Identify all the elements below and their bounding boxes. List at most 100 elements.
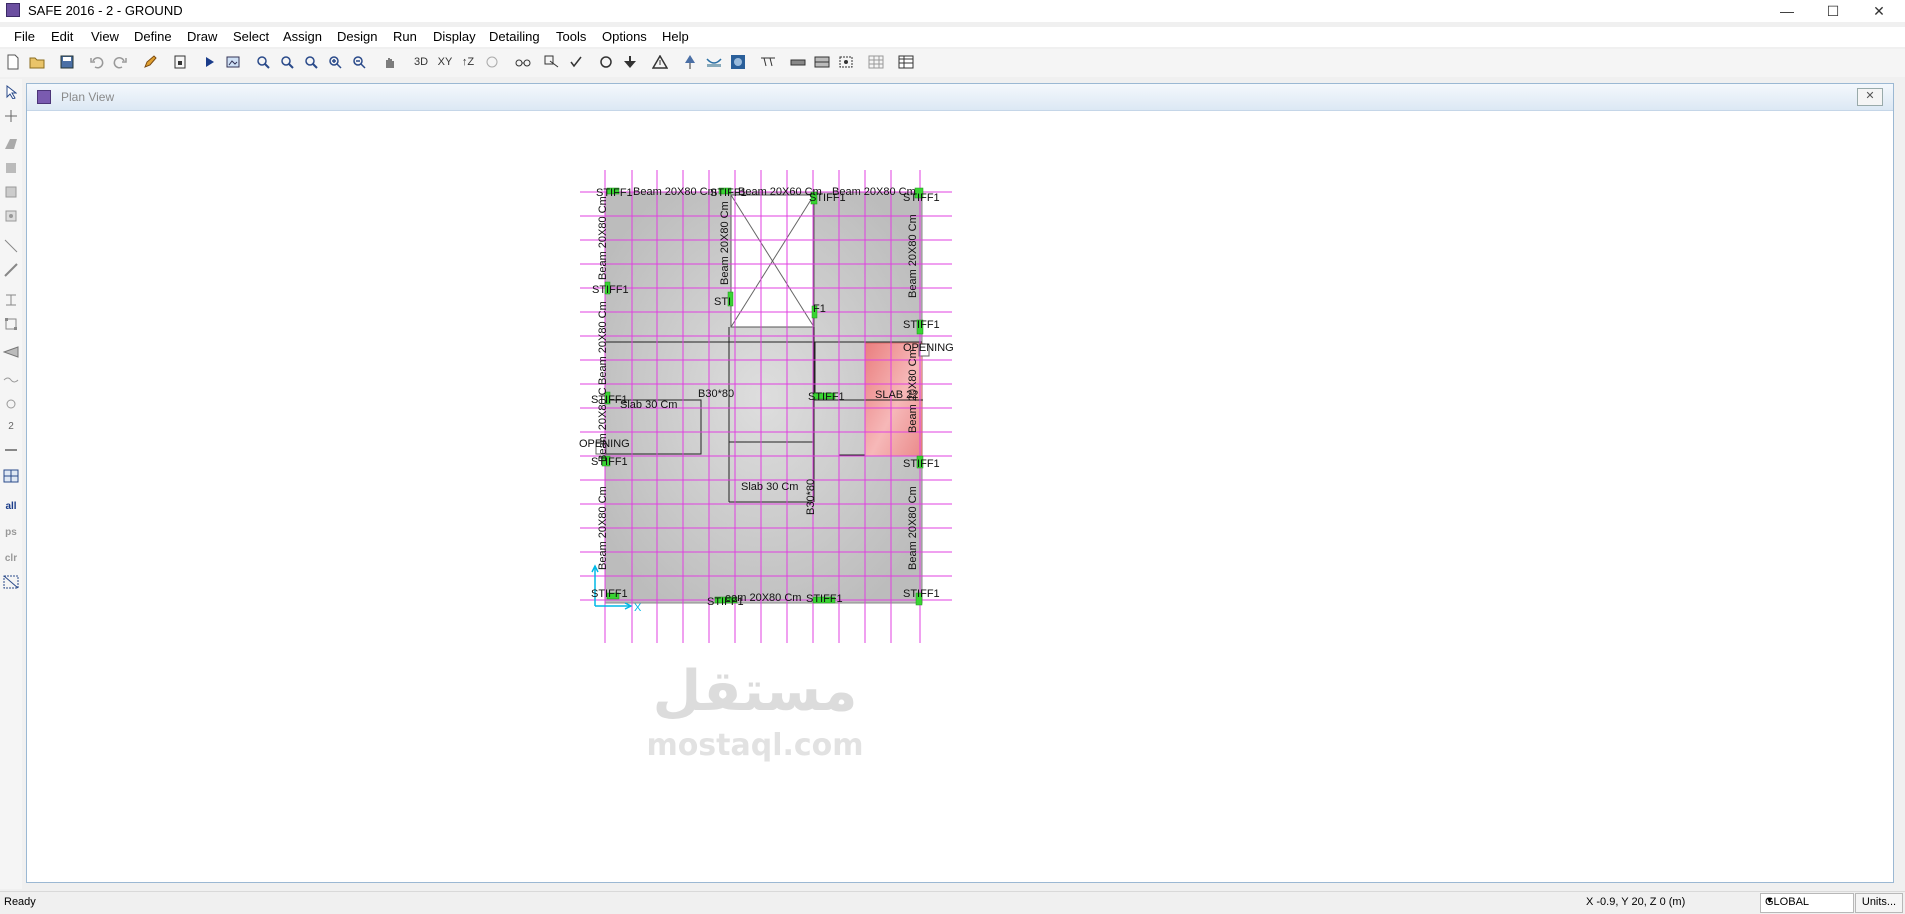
strip-forces-icon[interactable]: [812, 52, 832, 72]
zoom-out-icon[interactable]: [349, 52, 369, 72]
contour-icon[interactable]: [728, 52, 748, 72]
draw-dimension-icon[interactable]: [2, 371, 20, 389]
zoom-in-icon[interactable]: [325, 52, 345, 72]
pointer-icon[interactable]: [2, 83, 20, 101]
draw-wall-icon[interactable]: [2, 291, 20, 309]
menu-define[interactable]: Define: [134, 29, 172, 44]
dimension-tool[interactable]: 2: [2, 417, 20, 435]
undo-icon[interactable]: [87, 52, 107, 72]
menu-help[interactable]: Help: [662, 29, 689, 44]
plan-view-close-button[interactable]: ✕: [1857, 88, 1883, 106]
menu-select[interactable]: Select: [233, 29, 269, 44]
beam-label-right-3: Beam 20X80 Cm: [907, 486, 919, 570]
menu-run[interactable]: Run: [393, 29, 417, 44]
redo-icon[interactable]: [110, 52, 130, 72]
design-icon[interactable]: [223, 52, 243, 72]
close-button[interactable]: ✕: [1856, 0, 1902, 22]
draw-tendon-icon[interactable]: [2, 343, 20, 361]
status-bar: Ready X -0.9, Y 20, Z 0 (m) GLOBAL ▼ Uni…: [0, 891, 1905, 914]
intersecting-line-select-icon[interactable]: [2, 573, 20, 591]
zoom-restore-icon[interactable]: [277, 52, 297, 72]
maximize-button[interactable]: ☐: [1810, 0, 1856, 22]
check-icon[interactable]: [566, 52, 586, 72]
lock-icon[interactable]: [170, 52, 190, 72]
menu-view[interactable]: View: [91, 29, 119, 44]
run-icon[interactable]: [200, 52, 220, 72]
stiff-label-16: STIFF1: [903, 588, 940, 600]
beam-label-left-2: Beam 20X80 Cm: [597, 301, 609, 385]
grid-table-icon[interactable]: [866, 52, 886, 72]
view-3d-button[interactable]: 3D: [411, 52, 431, 72]
stiff-label-4: STIFF1: [903, 192, 940, 204]
new-file-icon[interactable]: [3, 52, 23, 72]
draw-point-load-icon[interactable]: [2, 395, 20, 413]
zoom-extents-icon[interactable]: [301, 52, 321, 72]
stiff-label-13: STIFF1: [591, 588, 628, 600]
draw-column-icon[interactable]: [2, 207, 20, 225]
beam-label-bottom: eam 20X80 Cm: [725, 592, 801, 604]
stiff-label-15: STIFF1: [806, 593, 843, 605]
support-icon[interactable]: [680, 52, 700, 72]
menu-options[interactable]: Options: [602, 29, 647, 44]
view-z-button[interactable]: ↑Z: [458, 52, 478, 72]
previous-selection-button[interactable]: ps: [2, 523, 20, 541]
stiff-label-7: F1: [813, 303, 826, 315]
draw-rect-area-icon[interactable]: [2, 159, 20, 177]
menu-display[interactable]: Display: [433, 29, 476, 44]
minimize-button[interactable]: —: [1764, 0, 1810, 22]
draw-poly-area-icon[interactable]: [2, 135, 20, 153]
quick-draw-area-icon[interactable]: [2, 183, 20, 201]
load-icon[interactable]: [620, 52, 640, 72]
slab-forces-icon[interactable]: [836, 52, 856, 72]
view-xy-button[interactable]: XY: [435, 52, 455, 72]
tables-icon[interactable]: [896, 52, 916, 72]
menu-tools[interactable]: Tools: [556, 29, 586, 44]
plan-view-title: Plan View: [61, 90, 115, 104]
draw-line-icon[interactable]: [2, 237, 20, 255]
menu-edit[interactable]: Edit: [51, 29, 73, 44]
beam-label-top-left: Beam 20X80 Cm: [633, 186, 717, 198]
deformed-shape-icon[interactable]: [704, 52, 724, 72]
units-button[interactable]: Units...: [1855, 893, 1903, 913]
beam-label-left-1: Beam 20X80 Cm: [597, 196, 609, 280]
app-icon: [6, 3, 20, 17]
stiff-label-8: STIFF1: [903, 319, 940, 331]
circle-icon[interactable]: [596, 52, 616, 72]
save-icon[interactable]: [57, 52, 77, 72]
b30-label: B30*80: [698, 388, 734, 400]
clear-selection-button[interactable]: clr: [2, 549, 20, 567]
perspective-icon[interactable]: [482, 52, 502, 72]
select-options-icon[interactable]: [542, 52, 562, 72]
glasses-icon[interactable]: [513, 52, 533, 72]
menu-assign[interactable]: Assign: [283, 29, 322, 44]
plan-view-header: Plan View ✕: [27, 84, 1893, 111]
reactions-icon[interactable]: [758, 52, 778, 72]
select-all-button[interactable]: all: [2, 497, 20, 515]
watermark-latin: mostaql.com: [646, 728, 863, 763]
menu-draw[interactable]: Draw: [187, 29, 217, 44]
pencil-icon[interactable]: [140, 52, 160, 72]
beam-forces-icon[interactable]: [788, 52, 808, 72]
stiff-label-5: STIFF1: [592, 284, 629, 296]
snap-icon[interactable]: [2, 467, 20, 485]
axis-x-label: X: [634, 602, 642, 614]
triangle-icon[interactable]: [650, 52, 670, 72]
beam-label-right-1: Beam 20X80 Cm: [907, 214, 919, 298]
coordinate-system-select[interactable]: GLOBAL ▼: [1760, 893, 1854, 913]
menu-design[interactable]: Design: [337, 29, 377, 44]
slab-label-mid: Slab 30 Cm: [741, 481, 798, 493]
pan-hand-icon[interactable]: [380, 52, 400, 72]
beam-label-left-4: Beam 20X80 Cm: [597, 486, 609, 570]
draw-beam-icon[interactable]: [2, 261, 20, 279]
plan-canvas[interactable]: X STIFF1 Beam 20X80 Cm STIFF1 Beam 20X60…: [27, 110, 1893, 882]
menu-detailing[interactable]: Detailing: [489, 29, 540, 44]
menu-file[interactable]: File: [14, 29, 35, 44]
reshape-icon[interactable]: [2, 107, 20, 125]
cursor-coordinates: X -0.9, Y 20, Z 0 (m): [1586, 896, 1686, 908]
zoom-window-icon[interactable]: [253, 52, 273, 72]
reference-line-icon[interactable]: [2, 441, 20, 459]
open-folder-icon[interactable]: [27, 52, 47, 72]
draw-strip-icon[interactable]: [2, 315, 20, 333]
left-toolbar: 2 all ps clr: [0, 79, 22, 889]
toolbar: 3D XY ↑Z: [0, 49, 1905, 77]
